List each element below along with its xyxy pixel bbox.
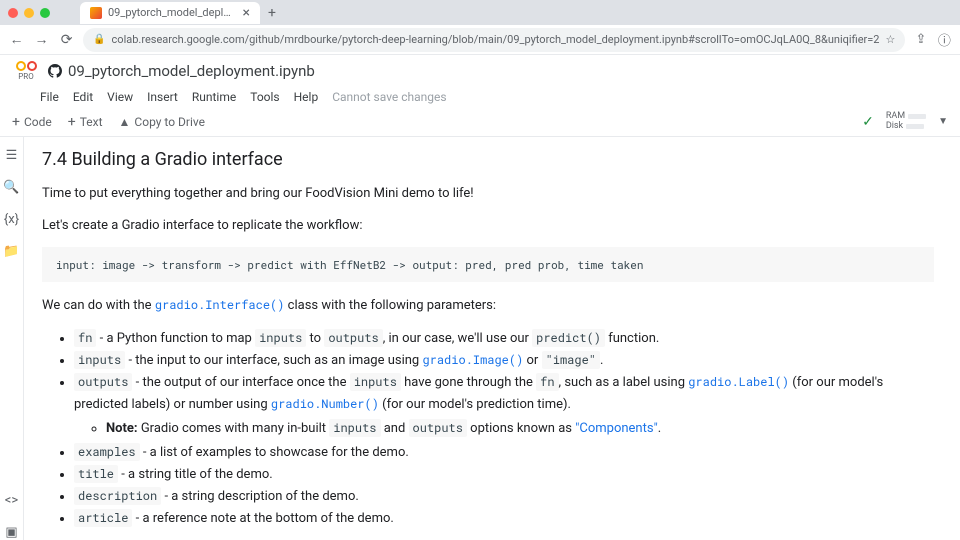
api-link[interactable]: gradio.Label() bbox=[688, 374, 789, 390]
menu-help[interactable]: Help bbox=[294, 90, 319, 104]
search-icon[interactable]: 🔍 bbox=[4, 179, 20, 195]
files-icon[interactable]: 📁 bbox=[4, 243, 20, 259]
share-icon[interactable]: ⇪ bbox=[913, 31, 928, 49]
copy-to-drive-button[interactable]: ▲Copy to Drive bbox=[119, 115, 205, 129]
runtime-dropdown-icon[interactable]: ▼ bbox=[938, 116, 948, 127]
variables-icon[interactable]: {x} bbox=[4, 211, 20, 227]
colab-toolbar: +Code +Text ▲Copy to Drive ✓ RAM Disk ▼ bbox=[0, 107, 960, 137]
colab-logo[interactable]: PRO bbox=[12, 57, 40, 85]
list-item: title - a string title of the demo. bbox=[74, 464, 934, 486]
menu-runtime[interactable]: Runtime bbox=[192, 90, 236, 104]
maximize-window-button[interactable] bbox=[40, 8, 50, 18]
connected-check-icon: ✓ bbox=[862, 114, 874, 130]
add-code-cell-button[interactable]: +Code bbox=[12, 114, 52, 130]
notebook-title[interactable]: 09_pytorch_model_deployment.ipynb bbox=[48, 62, 315, 80]
close-window-button[interactable] bbox=[8, 8, 18, 18]
components-link[interactable]: "Components" bbox=[575, 421, 658, 436]
list-item: Note: Gradio comes with many in-built in… bbox=[106, 418, 934, 440]
list-item: article - a reference note at the bottom… bbox=[74, 508, 934, 530]
menu-view[interactable]: View bbox=[107, 90, 133, 104]
text-cell[interactable]: 7.4 Building a Gradio interface Time to … bbox=[42, 145, 934, 540]
notebook-name: 09_pytorch_model_deployment.ipynb bbox=[68, 62, 315, 80]
resource-meter[interactable]: RAM Disk bbox=[886, 112, 926, 132]
github-icon bbox=[48, 64, 62, 78]
address-bar[interactable]: 🔒 colab.research.google.com/github/mrdbo… bbox=[83, 28, 905, 52]
code-snippets-icon[interactable]: <> bbox=[4, 492, 20, 508]
api-link[interactable]: gradio.Image() bbox=[422, 352, 523, 368]
add-text-cell-button[interactable]: +Text bbox=[68, 114, 103, 130]
paragraph: Let's create a Gradio interface to repli… bbox=[42, 216, 934, 236]
tab-title: 09_pytorch_model_deploymen bbox=[108, 6, 237, 19]
api-link[interactable]: gradio.Number() bbox=[271, 396, 379, 412]
notebook-content: 7.4 Building a Gradio interface Time to … bbox=[24, 137, 952, 540]
paragraph: Time to put everything together and brin… bbox=[42, 184, 934, 204]
pro-badge: PRO bbox=[18, 72, 33, 81]
menu-file[interactable]: File bbox=[40, 90, 59, 104]
disk-gauge bbox=[906, 124, 924, 129]
browser-chrome: 09_pytorch_model_deploymen × + bbox=[0, 0, 960, 25]
colab-header: PRO 09_pytorch_model_deployment.ipynb bbox=[0, 55, 960, 87]
browser-tab[interactable]: 09_pytorch_model_deploymen × bbox=[80, 2, 260, 24]
reload-button[interactable]: ⟳ bbox=[58, 30, 75, 50]
colab-menubar: File Edit View Insert Runtime Tools Help… bbox=[0, 87, 960, 107]
list-item: examples - a list of examples to showcas… bbox=[74, 442, 934, 464]
section-heading: 7.4 Building a Gradio interface bbox=[42, 149, 934, 170]
new-tab-button[interactable]: + bbox=[268, 5, 276, 21]
terminal-icon[interactable]: ▣ bbox=[4, 524, 20, 540]
list-item: outputs - the output of our interface on… bbox=[74, 372, 934, 440]
menu-insert[interactable]: Insert bbox=[147, 90, 178, 104]
close-tab-icon[interactable]: × bbox=[243, 5, 250, 21]
list-item: fn - a Python function to map inputs to … bbox=[74, 328, 934, 350]
drive-icon: ▲ bbox=[119, 115, 131, 129]
window-controls bbox=[8, 8, 50, 18]
info-icon[interactable]: ⓘ bbox=[937, 31, 952, 49]
api-link[interactable]: gradio.Interface() bbox=[155, 297, 285, 313]
list-item: inputs - the input to our interface, suc… bbox=[74, 350, 934, 372]
star-icon[interactable]: ☆ bbox=[885, 33, 895, 46]
paragraph: We can do with the gradio.Interface() cl… bbox=[42, 296, 934, 316]
left-sidebar: ☰ 🔍 {x} 📁 <> ▣ bbox=[0, 137, 24, 540]
colab-favicon bbox=[90, 7, 102, 19]
minimize-window-button[interactable] bbox=[24, 8, 34, 18]
browser-toolbar: ← → ⟳ 🔒 colab.research.google.com/github… bbox=[0, 25, 960, 55]
toc-icon[interactable]: ☰ bbox=[4, 147, 20, 163]
lock-icon: 🔒 bbox=[93, 34, 105, 45]
menu-edit[interactable]: Edit bbox=[73, 90, 93, 104]
url-text: colab.research.google.com/github/mrdbour… bbox=[112, 33, 880, 46]
parameter-list: fn - a Python function to map inputs to … bbox=[42, 328, 934, 531]
ram-gauge bbox=[908, 114, 926, 119]
back-button[interactable]: ← bbox=[8, 30, 25, 50]
code-block: input: image -> transform -> predict wit… bbox=[42, 247, 934, 282]
list-item: description - a string description of th… bbox=[74, 486, 934, 508]
menu-tools[interactable]: Tools bbox=[250, 90, 279, 104]
forward-button[interactable]: → bbox=[33, 30, 50, 50]
cannot-save-label: Cannot save changes bbox=[332, 90, 446, 104]
